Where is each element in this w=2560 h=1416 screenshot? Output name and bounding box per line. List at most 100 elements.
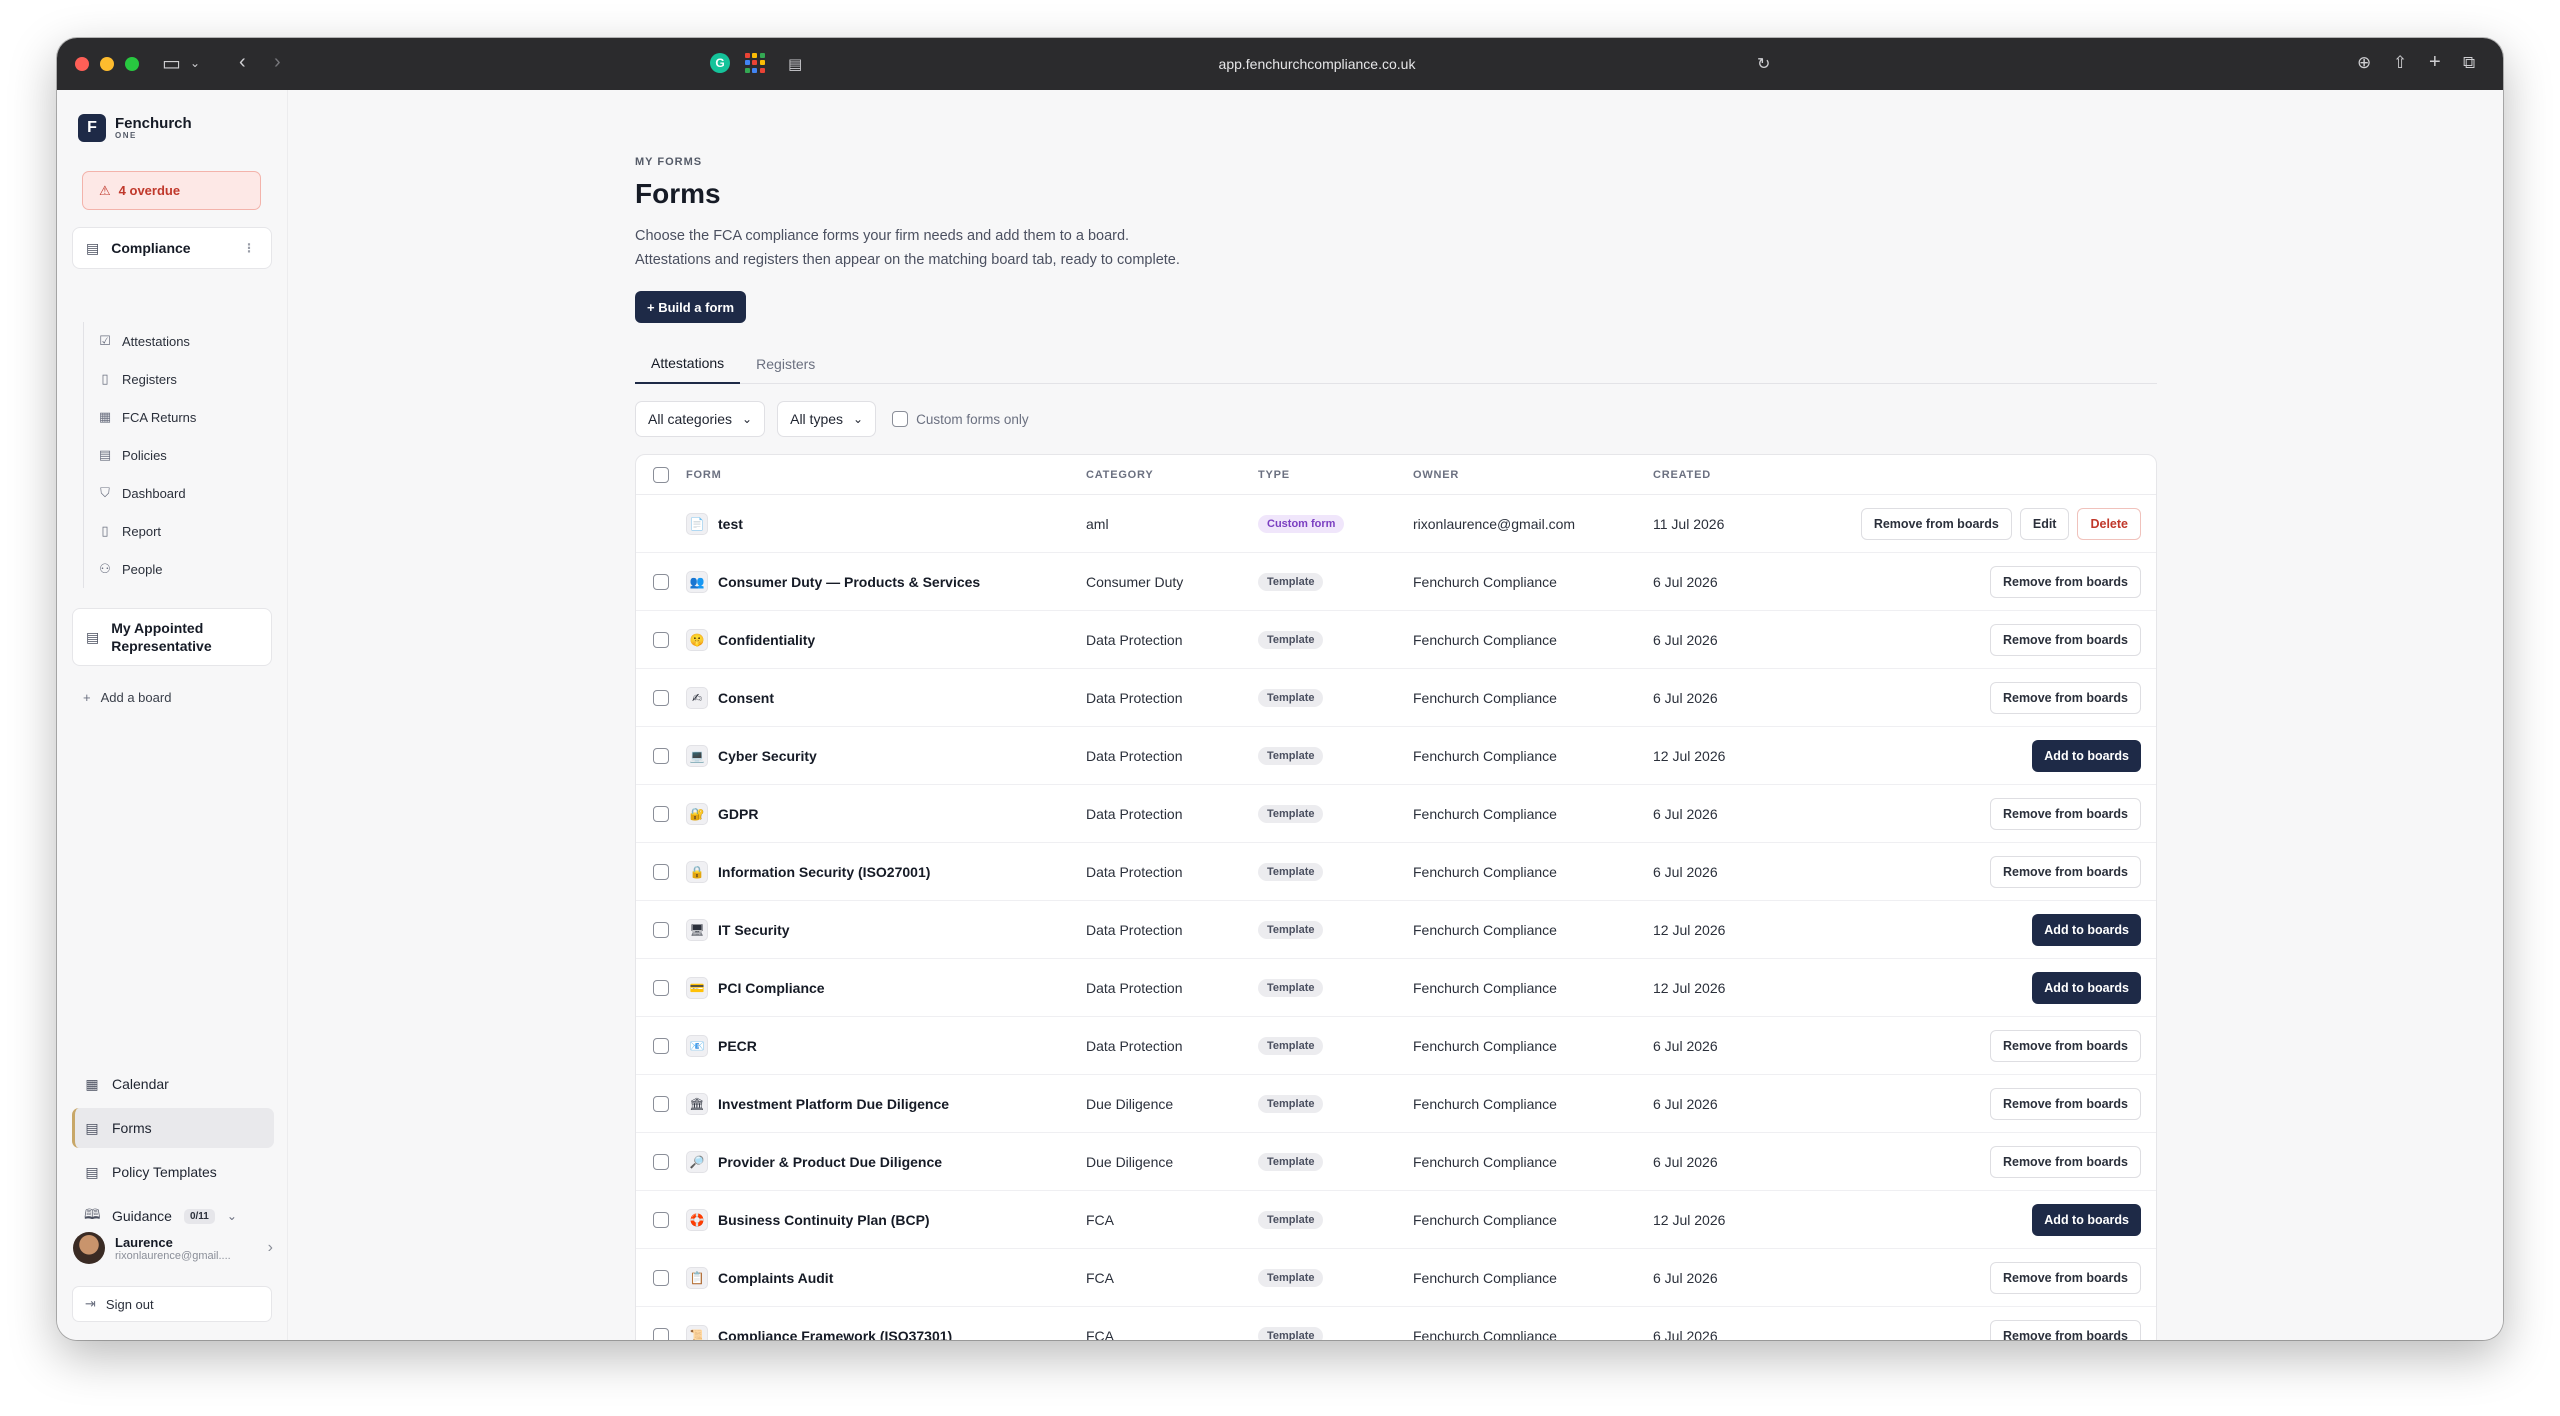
chevron-down-icon[interactable]: ⌄ [227, 1209, 237, 1223]
remove-from-boards-button[interactable]: Remove from boards [1989, 1145, 2141, 1178]
row-checkbox[interactable] [653, 631, 669, 648]
add-to-boards-button[interactable]: Add to boards [2032, 913, 2141, 946]
select-all-checkbox[interactable] [653, 466, 669, 483]
form-name[interactable]: Investment Platform Due Diligence [718, 1096, 949, 1112]
maximize-window-button[interactable] [125, 57, 139, 71]
board-compliance[interactable]: ▤ Compliance ⋮ [72, 227, 272, 269]
remove-from-boards-button[interactable]: Remove from boards [1989, 797, 2141, 830]
row-checkbox[interactable] [653, 921, 669, 938]
edit-button[interactable]: Edit [2019, 507, 2070, 540]
brand[interactable]: F Fenchurch ONE [78, 114, 192, 142]
row-checkbox[interactable] [653, 1037, 669, 1054]
nav-forms[interactable]: ▤ Forms [72, 1108, 274, 1148]
grammarly-extension-icon[interactable]: G [710, 53, 730, 73]
nav-calendar[interactable]: ▦ Calendar [72, 1064, 274, 1104]
remove-from-boards-button[interactable]: Remove from boards [1989, 1087, 2141, 1120]
table-row[interactable]: 📄 test aml Custom form rixonlaurence@gma… [636, 495, 2156, 553]
overdue-alert-button[interactable]: ⚠ 4 overdue [82, 171, 261, 210]
minimize-window-button[interactable] [100, 57, 114, 71]
form-name[interactable]: Consent [718, 690, 774, 706]
back-icon[interactable]: ‹ [239, 51, 246, 74]
delete-button[interactable]: Delete [2077, 507, 2141, 540]
table-row[interactable]: 📜 Compliance Framework (ISO37301) FCA Te… [636, 1307, 2156, 1340]
sidebar-item-attestations[interactable]: ☑ Attestations [84, 322, 264, 360]
add-to-boards-button[interactable]: Add to boards [2032, 971, 2141, 1004]
board-appointed-representative[interactable]: ▤ My Appointed Representative [72, 608, 272, 666]
remove-from-boards-button[interactable]: Remove from boards [1989, 1029, 2141, 1062]
row-checkbox[interactable] [653, 1269, 669, 1286]
add-to-boards-button[interactable]: Add to boards [2032, 1203, 2141, 1236]
close-window-button[interactable] [75, 57, 89, 71]
table-row[interactable]: 🤫 Confidentiality Data Protection Templa… [636, 611, 2156, 669]
form-name[interactable]: PECR [718, 1038, 757, 1054]
add-board-button[interactable]: + Add a board [83, 690, 171, 705]
sidebar-item-people[interactable]: ⚇ People [84, 550, 264, 588]
form-name[interactable]: GDPR [718, 806, 758, 822]
table-row[interactable]: 👥 Consumer Duty — Products & Services Co… [636, 553, 2156, 611]
apps-extension-icon[interactable] [745, 53, 765, 73]
table-row[interactable]: 📧 PECR Data Protection Template Fenchurc… [636, 1017, 2156, 1075]
nav-policy-templates[interactable]: ▤ Policy Templates [72, 1152, 274, 1192]
table-row[interactable]: 🔐 GDPR Data Protection Template Fenchurc… [636, 785, 2156, 843]
row-checkbox[interactable] [653, 1211, 669, 1228]
form-name[interactable]: Complaints Audit [718, 1270, 833, 1286]
form-name[interactable]: Information Security (ISO27001) [718, 864, 930, 880]
row-checkbox[interactable] [653, 689, 669, 706]
row-checkbox[interactable] [653, 573, 669, 590]
row-checkbox[interactable] [653, 1153, 669, 1170]
form-name[interactable]: test [718, 516, 743, 532]
tabs-overview-icon[interactable]: ⧉ [2463, 53, 2475, 73]
table-row[interactable]: 🛟 Business Continuity Plan (BCP) FCA Tem… [636, 1191, 2156, 1249]
form-name[interactable]: Consumer Duty — Products & Services [718, 574, 980, 590]
form-name[interactable]: IT Security [718, 922, 790, 938]
row-checkbox[interactable] [653, 1327, 669, 1340]
share-icon[interactable]: ⇧ [2393, 53, 2407, 73]
user-profile[interactable]: Laurence rixonlaurence@gmail.... › [73, 1232, 273, 1264]
tab-registers[interactable]: Registers [740, 344, 831, 384]
remove-from-boards-button[interactable]: Remove from boards [1989, 1261, 2141, 1294]
add-to-boards-button[interactable]: Add to boards [2032, 739, 2141, 772]
sidebar-item-policies[interactable]: ▤ Policies [84, 436, 264, 474]
type-filter-select[interactable]: All types ⌄ [777, 401, 877, 437]
row-checkbox[interactable] [653, 747, 669, 764]
custom-forms-only-toggle[interactable]: Custom forms only [892, 411, 1029, 427]
row-checkbox[interactable] [653, 863, 669, 880]
form-name[interactable]: Compliance Framework (ISO37301) [718, 1328, 952, 1341]
table-row[interactable]: 🔎 Provider & Product Due Diligence Due D… [636, 1133, 2156, 1191]
row-checkbox[interactable] [653, 805, 669, 822]
remove-from-boards-button[interactable]: Remove from boards [1989, 623, 2141, 656]
forward-icon[interactable]: › [274, 51, 281, 74]
reload-icon[interactable]: ↻ [1757, 54, 1770, 74]
form-name[interactable]: Cyber Security [718, 748, 817, 764]
remove-from-boards-button[interactable]: Remove from boards [1989, 681, 2141, 714]
category-filter-select[interactable]: All categories ⌄ [635, 401, 766, 437]
form-name[interactable]: Business Continuity Plan (BCP) [718, 1212, 930, 1228]
table-row[interactable]: 📋 Complaints Audit FCA Template Fenchurc… [636, 1249, 2156, 1307]
remove-from-boards-button[interactable]: Remove from boards [1989, 565, 2141, 598]
row-checkbox[interactable] [653, 979, 669, 996]
nav-guidance[interactable]: 🕮 Guidance 0/11 ⌄ [72, 1196, 274, 1236]
form-name[interactable]: Provider & Product Due Diligence [718, 1154, 942, 1170]
table-row[interactable]: 💻 Cyber Security Data Protection Templat… [636, 727, 2156, 785]
row-checkbox[interactable] [653, 1095, 669, 1112]
sidebar-item-report[interactable]: ▯ Report [84, 512, 264, 550]
form-name[interactable]: PCI Compliance [718, 980, 825, 996]
form-name[interactable]: Confidentiality [718, 632, 815, 648]
remove-from-boards-button[interactable]: Remove from boards [1860, 507, 2012, 540]
sidebar-toggle-icon[interactable]: ▭ [162, 51, 181, 76]
sign-out-button[interactable]: ⇥ Sign out [72, 1286, 272, 1322]
chevron-down-icon[interactable]: ⌄ [190, 56, 200, 70]
table-row[interactable]: 🔒 Information Security (ISO27001) Data P… [636, 843, 2156, 901]
table-row[interactable]: 💳 PCI Compliance Data Protection Templat… [636, 959, 2156, 1017]
build-form-button[interactable]: + Build a form [635, 291, 747, 323]
new-tab-icon[interactable]: + [2429, 51, 2441, 74]
kebab-menu-icon[interactable]: ⋮ [243, 241, 255, 255]
address-bar[interactable]: app.fenchurchcompliance.co.uk [797, 49, 1837, 79]
sidebar-item-fca-returns[interactable]: ▦ FCA Returns [84, 398, 264, 436]
table-row[interactable]: 🏛 Investment Platform Due Diligence Due … [636, 1075, 2156, 1133]
remove-from-boards-button[interactable]: Remove from boards [1989, 855, 2141, 888]
download-icon[interactable]: ⊕ [2357, 53, 2371, 73]
custom-forms-only-checkbox[interactable] [892, 411, 909, 427]
sidebar-item-dashboard[interactable]: ⛉ Dashboard [84, 474, 264, 512]
table-row[interactable]: 🖥 IT Security Data Protection Template F… [636, 901, 2156, 959]
